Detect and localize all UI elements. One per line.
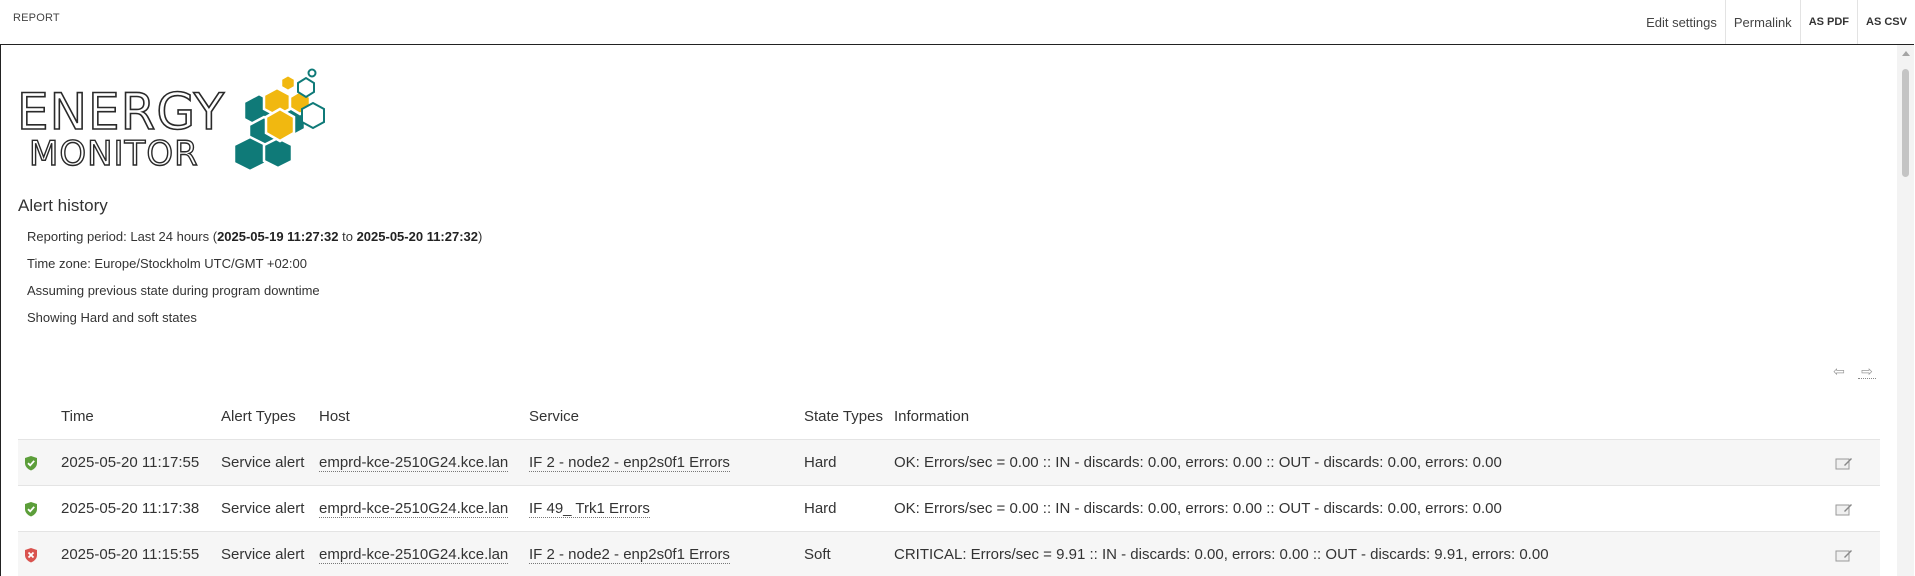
actions-column-header [1830,394,1880,440]
host-cell: emprd-kce-2510G24.kce.lan [314,532,524,576]
host-link[interactable]: emprd-kce-2510G24.kce.lan [319,500,508,518]
status-cell [18,532,56,576]
table-row: 2025-05-20 11:17:38 Service alert emprd-… [18,486,1880,532]
information-cell: OK: Errors/sec = 0.00 :: IN - discards: … [889,440,1830,486]
table-header-row: Time Alert Types Host Service State Type… [18,394,1880,440]
column-header-service[interactable]: Service [524,394,799,440]
time-cell: 2025-05-20 11:17:55 [56,440,216,486]
table-row: 2025-05-20 11:17:55 Service alert emprd-… [18,440,1880,486]
host-link[interactable]: emprd-kce-2510G24.kce.lan [319,546,508,564]
top-bar: REPORT Edit settings Permalink AS PDF AS… [0,0,1915,44]
report-heading: Alert history [18,196,108,216]
column-header-information[interactable]: Information [889,394,1830,440]
status-cell [18,440,56,486]
scrollbar-thumb[interactable] [1902,69,1909,177]
table-row: 2025-05-20 11:15:55 Service alert emprd-… [18,532,1880,576]
period-prefix: Reporting period: Last 24 hours ( [27,229,217,244]
alert-history-table: Time Alert Types Host Service State Type… [18,394,1880,576]
period-suffix: ) [478,229,482,244]
state-type-cell: Hard [799,486,889,532]
hexagon-cluster-icon [224,67,349,182]
next-page-icon[interactable]: ⇨ [1858,364,1876,379]
export-csv-link[interactable]: AS CSV [1857,0,1915,44]
service-link[interactable]: IF 2 - node2 - enp2s0f1 Errors [529,454,730,472]
downtime-assumption-text: Assuming previous state during program d… [27,283,320,298]
state-type-cell: Soft [799,532,889,576]
vertical-scrollbar[interactable] [1897,45,1914,576]
permalink-link[interactable]: Permalink [1725,0,1800,44]
ok-shield-icon [23,455,39,471]
energy-monitor-logo: ENERGY MONITOR [17,67,337,182]
information-cell: OK: Errors/sec = 0.00 :: IN - discards: … [889,486,1830,532]
service-cell: IF 2 - node2 - enp2s0f1 Errors [524,440,799,486]
time-cell: 2025-05-20 11:17:38 [56,486,216,532]
logo-word-monitor: MONITOR [29,137,199,171]
logo-word-energy: ENERGY [17,87,225,137]
alert-type-cell: Service alert [216,532,314,576]
action-cell [1830,486,1880,532]
host-link[interactable]: emprd-kce-2510G24.kce.lan [319,454,508,472]
host-cell: emprd-kce-2510G24.kce.lan [314,486,524,532]
state-filter-text: Showing Hard and soft states [27,310,197,325]
column-header-state-types[interactable]: State Types [799,394,889,440]
period-end: 2025-05-20 11:27:32 [357,229,478,244]
information-cell: CRITICAL: Errors/sec = 9.91 :: IN - disc… [889,532,1830,576]
report-frame: ENERGY MONITOR Alert history [0,44,1914,576]
alert-type-cell: Service alert [216,486,314,532]
action-cell [1830,440,1880,486]
ok-shield-icon [23,501,39,517]
alert-type-cell: Service alert [216,440,314,486]
period-start: 2025-05-19 11:27:32 [217,229,338,244]
page-title: REPORT [13,12,60,24]
service-link[interactable]: IF 49_ Trk1 Errors [529,500,650,518]
status-column-header [18,394,56,440]
comment-edit-icon[interactable] [1835,502,1853,516]
time-cell: 2025-05-20 11:15:55 [56,532,216,576]
column-header-time[interactable]: Time [56,394,216,440]
report-actions: Edit settings Permalink AS PDF AS CSV [1638,0,1915,44]
state-type-cell: Hard [799,440,889,486]
export-pdf-link[interactable]: AS PDF [1800,0,1857,44]
comment-edit-icon[interactable] [1835,548,1853,562]
edit-settings-link[interactable]: Edit settings [1638,0,1725,44]
column-header-host[interactable]: Host [314,394,524,440]
period-to: to [339,229,357,244]
action-cell [1830,532,1880,576]
timezone-text: Time zone: Europe/Stockholm UTC/GMT +02:… [27,256,307,271]
column-header-alert-types[interactable]: Alert Types [216,394,314,440]
pager: ⇦ ⇨ [1830,364,1876,379]
scroll-up-arrow-icon[interactable] [1902,51,1910,56]
critical-shield-icon [23,547,39,563]
host-cell: emprd-kce-2510G24.kce.lan [314,440,524,486]
comment-edit-icon[interactable] [1835,456,1853,470]
reporting-period: Reporting period: Last 24 hours (2025-05… [27,229,482,244]
service-cell: IF 2 - node2 - enp2s0f1 Errors [524,532,799,576]
prev-page-icon[interactable]: ⇦ [1830,364,1848,378]
service-cell: IF 49_ Trk1 Errors [524,486,799,532]
service-link[interactable]: IF 2 - node2 - enp2s0f1 Errors [529,546,730,564]
status-cell [18,486,56,532]
